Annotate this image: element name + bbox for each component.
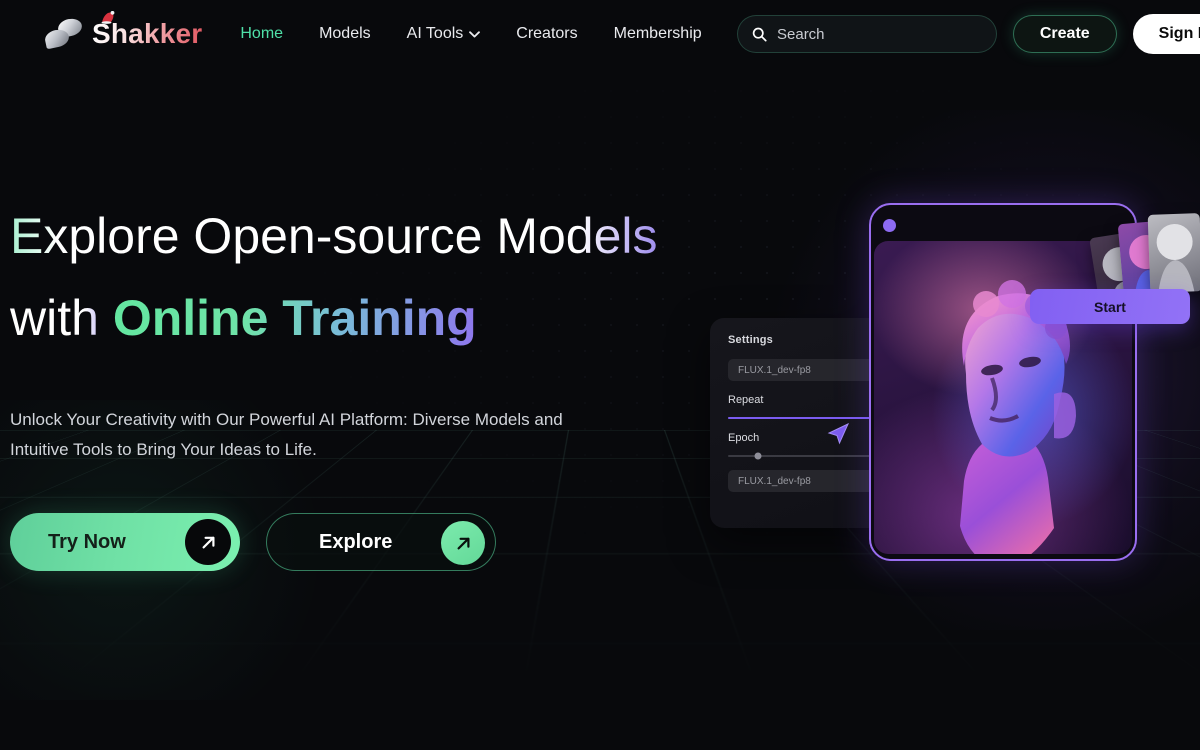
main-navigation: Home Models AI Tools Creators Membership — [240, 25, 701, 43]
start-button[interactable]: Start — [1030, 289, 1190, 324]
cursor-pointer-icon — [827, 422, 850, 445]
nav-item-membership-label: Membership — [613, 25, 702, 42]
device-screen — [874, 241, 1132, 554]
nav-item-home[interactable]: Home — [240, 25, 283, 43]
try-now-arrow-circle — [185, 519, 231, 565]
hero-heading-line1: Explore Open-source Models — [10, 195, 670, 277]
nav-item-ai-tools-label: AI Tools — [406, 25, 464, 42]
hero-heading-line2-accent: Online Training — [112, 290, 477, 346]
site-header: Shakker Home Models AI Tools Creators Me… — [0, 0, 1200, 68]
nav-item-membership[interactable]: Membership — [614, 25, 702, 43]
try-now-button[interactable]: Try Now — [10, 513, 240, 571]
try-now-button-label: Try Now — [48, 530, 126, 553]
nav-item-models-label: Models — [319, 25, 371, 42]
page-root: Shakker Home Models AI Tools Creators Me… — [0, 0, 1200, 750]
search-icon — [752, 27, 767, 41]
search-input[interactable] — [777, 25, 982, 43]
header-actions: Create Sign In — [736, 14, 1200, 54]
create-button[interactable]: Create — [1012, 15, 1117, 53]
signin-button[interactable]: Sign In — [1132, 14, 1200, 54]
hero-heading-line2: with Online Training — [10, 277, 670, 359]
explore-button[interactable]: Explore — [266, 513, 496, 571]
arrow-up-right-icon — [202, 536, 214, 548]
thumbnail-item[interactable] — [1147, 213, 1200, 293]
shakker-logo-icon — [43, 16, 84, 50]
hero-subtitle: Unlock Your Creativity with Our Powerful… — [10, 410, 563, 459]
nav-item-ai-tools[interactable]: AI Tools — [407, 25, 481, 43]
brand-logo[interactable]: Shakker — [43, 11, 203, 50]
statue-thumb-icon — [1156, 224, 1195, 293]
nav-item-home-label: Home — [240, 25, 284, 42]
hero-cta-row: Try Now Explore — [10, 513, 670, 571]
nav-item-creators[interactable]: Creators — [516, 25, 577, 43]
device-indicator-dot — [883, 219, 896, 232]
nav-item-models[interactable]: Models — [319, 25, 371, 43]
repeat-slider-fill — [728, 417, 880, 419]
hero-section: Explore Open-source Models with Online T… — [10, 195, 670, 571]
chevron-down-icon — [469, 30, 481, 37]
nav-item-creators-label: Creators — [516, 25, 578, 42]
hero-heading-line2-plain: with — [10, 290, 113, 346]
arrow-up-right-icon — [457, 537, 469, 549]
explore-arrow-circle — [441, 521, 485, 565]
hero-heading: Explore Open-source Models with Online T… — [10, 195, 670, 359]
brand-name: Shakker — [92, 18, 203, 49]
epoch-slider-handle[interactable] — [754, 452, 762, 460]
explore-button-label: Explore — [319, 530, 393, 553]
search-bar[interactable] — [736, 15, 997, 53]
